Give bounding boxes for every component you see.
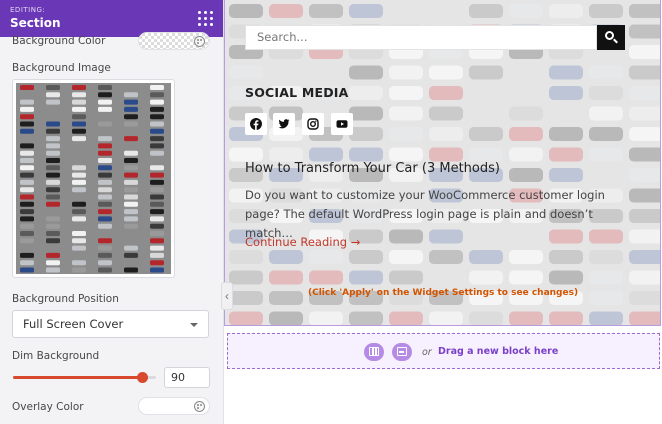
- editing-label: EDITING:: [10, 6, 46, 14]
- add-rows-button[interactable]: [392, 343, 412, 361]
- chevron-down-icon: [190, 323, 198, 327]
- overlay-color-label: Overlay Color: [12, 401, 84, 413]
- palette-icon[interactable]: [194, 36, 205, 47]
- dim-background-label: Dim Background: [12, 350, 100, 362]
- twitter-icon[interactable]: [273, 113, 295, 135]
- background-position-select[interactable]: Full Screen Cover: [12, 310, 209, 338]
- slider-fill: [13, 376, 142, 379]
- apply-notice-text: (Click 'Apply' on the Widget Settings to…: [308, 288, 579, 298]
- dim-background-input[interactable]: 90: [164, 367, 210, 388]
- parking-lot-image: [16, 83, 171, 274]
- dropzone-or-text: or: [422, 347, 432, 358]
- slider-thumb[interactable]: [136, 372, 148, 383]
- section-preview[interactable]: Search... SOCIAL MEDIA How to Transform …: [224, 0, 661, 326]
- post-title-link[interactable]: How to Transform Your Car (3 Methods): [245, 161, 500, 176]
- instagram-icon[interactable]: [302, 113, 324, 135]
- background-image-thumbnail[interactable]: [12, 79, 175, 278]
- palette-icon[interactable]: [194, 401, 205, 412]
- background-position-label: Background Position: [12, 293, 119, 305]
- dropzone-drag-text: Drag a new block here: [438, 346, 559, 357]
- dim-background-slider[interactable]: [13, 372, 156, 383]
- background-position-value: Full Screen Cover: [23, 317, 124, 331]
- panel-title: Section: [10, 16, 61, 30]
- facebook-icon[interactable]: [245, 113, 267, 135]
- background-color-label: Background Color: [12, 35, 106, 47]
- add-columns-button[interactable]: [364, 343, 384, 361]
- background-color-picker[interactable]: [138, 32, 210, 50]
- search-button[interactable]: [597, 25, 625, 50]
- settings-panel: EDITING: Section Background Color Backgr…: [0, 0, 224, 424]
- social-media-heading: SOCIAL MEDIA: [245, 85, 349, 100]
- background-image-label: Background Image: [12, 62, 111, 74]
- page-canvas: Search... SOCIAL MEDIA How to Transform …: [224, 0, 662, 424]
- new-block-dropzone[interactable]: or Drag a new block here: [227, 333, 660, 369]
- rows-icon: [397, 347, 407, 356]
- drag-grip-icon[interactable]: [198, 11, 213, 26]
- youtube-icon[interactable]: [331, 113, 353, 135]
- overlay-color-picker[interactable]: [138, 397, 210, 415]
- chevron-left-icon[interactable]: ‹: [221, 282, 233, 310]
- search-input[interactable]: Search...: [245, 25, 597, 50]
- columns-icon: [369, 347, 379, 356]
- continue-reading-link[interactable]: Continue Reading →: [245, 235, 360, 249]
